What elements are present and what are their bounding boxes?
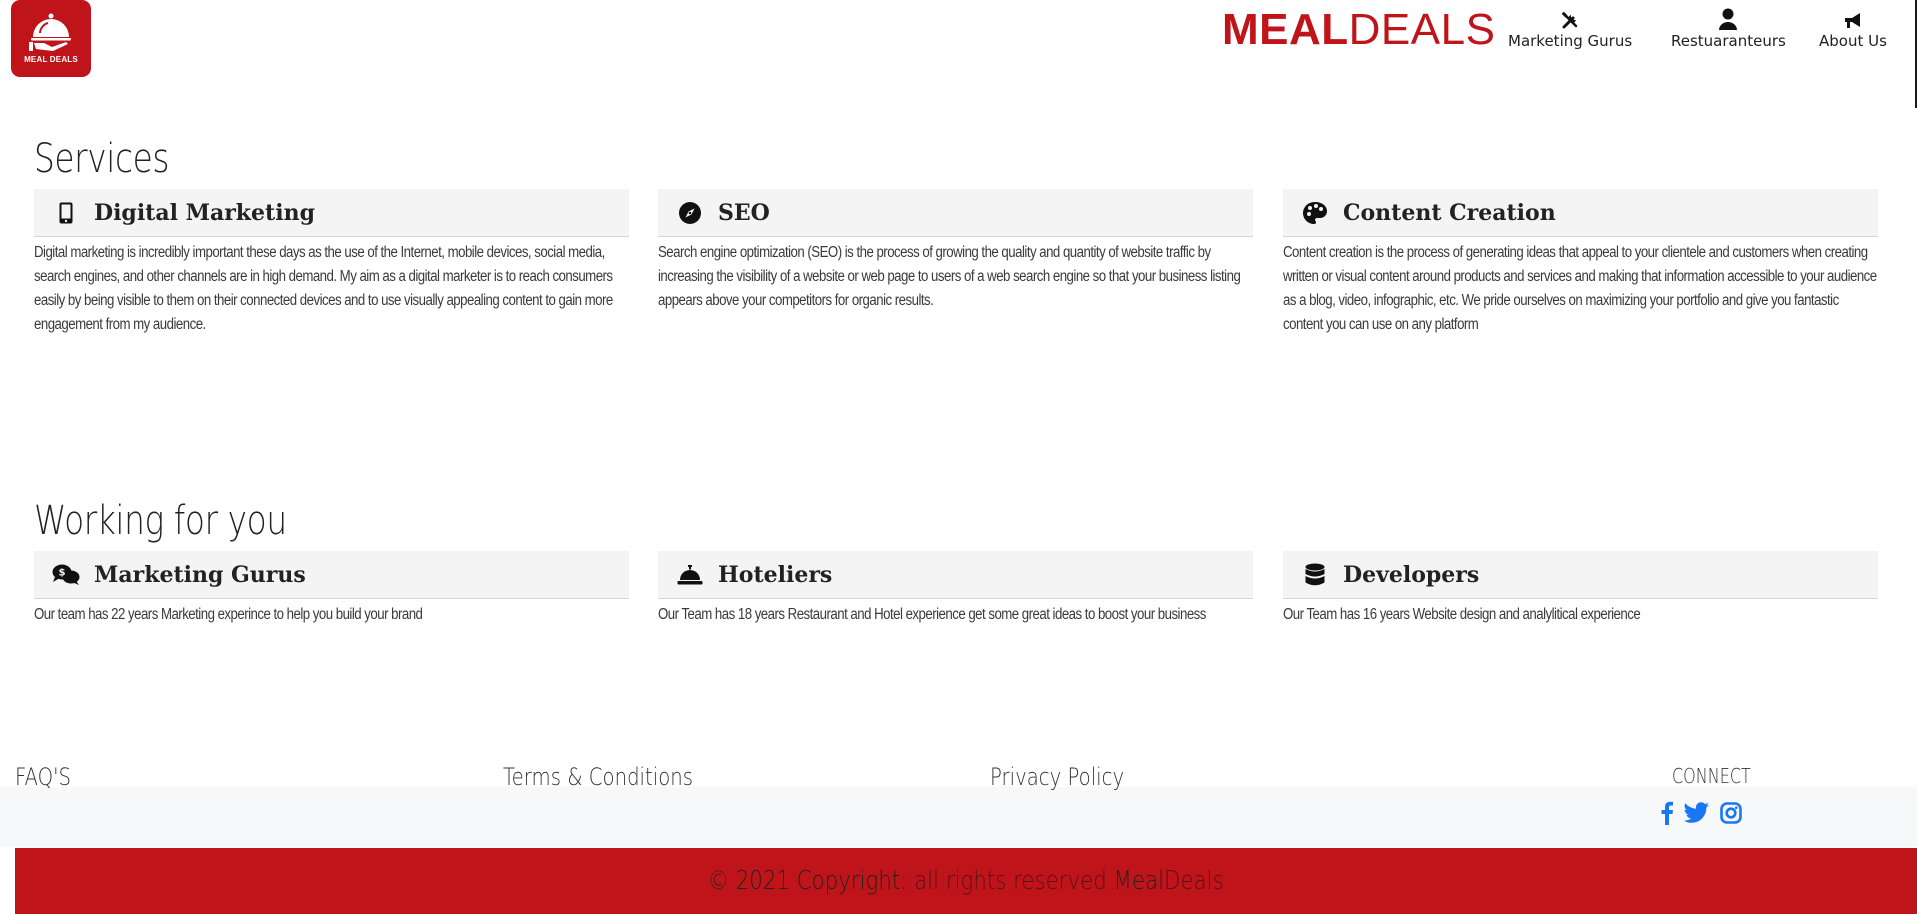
social-links <box>1660 801 1742 825</box>
logo[interactable]: MEAL DEALS <box>11 0 91 77</box>
working-title: Working for you <box>34 498 287 544</box>
logo-text: MEAL DEALS <box>24 55 78 64</box>
palette-icon <box>1303 201 1327 224</box>
user-icon <box>1719 8 1738 30</box>
tools-icon <box>1561 12 1578 29</box>
brand-wordmark[interactable]: MEALDEALS <box>1222 4 1495 56</box>
footer-link-terms[interactable]: Terms & Conditions <box>503 763 693 791</box>
card-marketing-gurus: $ Marketing Gurus Our team has 22 years … <box>34 551 629 627</box>
concierge-bell-icon <box>677 564 703 584</box>
copyright-deals[interactable]: Deals <box>1164 866 1224 896</box>
brand-part1: MEAL <box>1222 5 1349 54</box>
compass-icon <box>679 201 701 224</box>
cloche-icon <box>29 13 71 51</box>
card-text: Digital marketing is incredibly importan… <box>34 244 613 333</box>
card-title: Hoteliers <box>718 561 833 588</box>
nav-about-us[interactable]: About Us <box>1819 0 1887 50</box>
copyright-meal[interactable]: Meal <box>1114 866 1165 896</box>
nav-label: Marketing Gurus <box>1508 32 1633 50</box>
svg-text:$: $ <box>59 567 66 578</box>
card-text: Our Team has 16 years Website design and… <box>1283 606 1641 623</box>
copyright-prefix: © 2021 Copyright: <box>707 866 908 896</box>
comments-dollar-icon: $ <box>52 564 80 585</box>
card-digital-marketing: Digital Marketing Digital marketing is i… <box>34 189 629 337</box>
card-text: Our Team has 18 years Restaurant and Hot… <box>658 606 1206 623</box>
footer-link-privacy[interactable]: Privacy Policy <box>990 763 1124 791</box>
footer-link-faqs[interactable]: FAQ'S <box>15 763 71 791</box>
nav-marketing-gurus[interactable]: Marketing Gurus <box>1508 0 1632 50</box>
facebook-icon[interactable] <box>1660 801 1674 825</box>
card-title: SEO <box>718 199 770 226</box>
connect-heading: CONNECT <box>1672 764 1751 788</box>
bullhorn-icon <box>1844 13 1860 28</box>
card-text: Content creation is the process of gener… <box>1283 244 1877 333</box>
card-title: Developers <box>1343 561 1480 588</box>
footer-band <box>0 787 1917 847</box>
card-content-creation: Content Creation Content creation is the… <box>1283 189 1878 337</box>
card-title: Digital Marketing <box>94 199 315 226</box>
card-text: Search engine optimization (SEO) is the … <box>658 244 1241 309</box>
card-title: Content Creation <box>1343 199 1556 226</box>
copyright-text: © 2021 Copyright: all rights reserved Me… <box>708 866 1224 896</box>
nav-label: Restuaranteurs <box>1671 32 1786 50</box>
nav-label: About Us <box>1819 32 1887 50</box>
copyright-bar: © 2021 Copyright: all rights reserved Me… <box>15 848 1917 914</box>
card-developers: Developers Our Team has 16 years Website… <box>1283 551 1878 627</box>
twitter-icon[interactable] <box>1684 802 1710 824</box>
card-seo: SEO Search engine optimization (SEO) is … <box>658 189 1253 313</box>
mobile-icon <box>59 202 73 223</box>
copyright-middle: all rights reserved <box>907 866 1114 896</box>
instagram-icon[interactable] <box>1720 802 1742 824</box>
services-title: Services <box>34 136 170 182</box>
card-title: Marketing Gurus <box>94 561 306 588</box>
card-text: Our team has 22 years Marketing experinc… <box>34 606 423 623</box>
database-icon <box>1305 563 1325 585</box>
brand-part2: DEALS <box>1348 5 1496 54</box>
nav-restuaranteurs[interactable]: Restuaranteurs <box>1671 0 1786 50</box>
card-hoteliers: Hoteliers Our Team has 18 years Restaura… <box>658 551 1253 627</box>
